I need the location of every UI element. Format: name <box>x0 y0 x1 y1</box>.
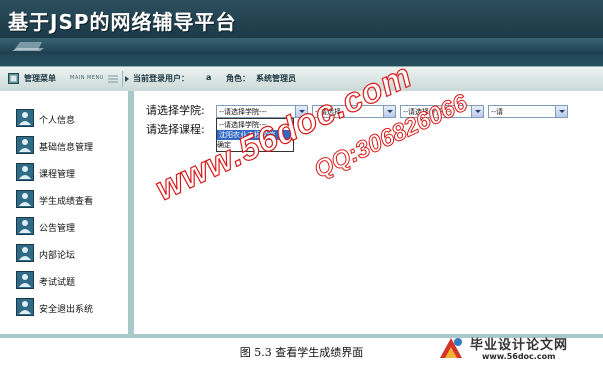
sidebar-item-logout[interactable]: 安全退出系统 <box>16 298 124 318</box>
role-value: 系统管理员 <box>256 74 296 83</box>
lines-icon <box>108 75 118 83</box>
sidebar-item-label: 公告管理 <box>39 224 76 234</box>
header-band <box>0 38 603 54</box>
status-bar: 管理菜单 MAIN MENU 当前登录用户： a 角色： 系统管理员 <box>0 66 603 92</box>
sidebar-item-forum[interactable]: 内部论坛 <box>16 244 124 264</box>
menu-icon <box>8 73 19 84</box>
college-select-value: --请选择学院--- <box>219 108 267 116</box>
sidebar-item-label: 安全退出系统 <box>39 305 94 315</box>
arrow-right-icon <box>125 76 129 82</box>
laptop-icon <box>12 42 44 51</box>
chevron-down-icon[interactable] <box>471 106 483 117</box>
sidebar-item-label: 个人信息 <box>39 116 76 126</box>
role-label: 角色： <box>226 74 250 83</box>
sidebar-item-label: 学生成绩查看 <box>39 197 94 207</box>
user-icon <box>16 217 34 235</box>
chevron-down-icon[interactable] <box>383 106 395 117</box>
current-user-label: 当前登录用户： <box>133 74 189 83</box>
user-icon <box>16 271 34 289</box>
user-icon <box>16 244 34 262</box>
sidebar-item-course[interactable]: 课程管理 <box>16 163 124 183</box>
sidebar-item-grades[interactable]: 学生成绩查看 <box>16 190 124 210</box>
status-divider <box>122 71 123 87</box>
sidebar-item-personal-info[interactable]: 个人信息 <box>16 109 124 129</box>
sidebar-item-exams[interactable]: 考试试题 <box>16 271 124 291</box>
sidebar-item-label: 内部论坛 <box>39 251 76 261</box>
college-label: 请选择学院: <box>146 104 205 117</box>
user-icon <box>16 298 34 316</box>
fourth-select-value: --请 <box>491 108 504 116</box>
logo-url: www.56doc.com <box>482 352 556 361</box>
main-menu-label: 管理菜单 <box>24 74 56 83</box>
main-menu-label-en: MAIN MENU <box>70 75 104 81</box>
chevron-down-icon[interactable] <box>555 106 567 117</box>
sidebar-item-label: 考试试题 <box>39 278 76 288</box>
sidebar-item-label: 基础信息管理 <box>39 143 94 153</box>
app-header: 基于JSP的网络辅导平台 <box>0 0 603 66</box>
screenshot: 基于JSP的网络辅导平台 管理菜单 MAIN MENU 当前登录用户： a 角色… <box>0 0 603 367</box>
course-label: 请选择课程: <box>146 123 205 136</box>
user-icon <box>16 109 34 127</box>
sidebar-item-label: 课程管理 <box>39 170 76 180</box>
current-user-value: a <box>206 73 212 82</box>
user-icon <box>16 190 34 208</box>
app-title: 基于JSP的网络辅导平台 <box>8 10 237 34</box>
sidebar-item-basic-info[interactable]: 基础信息管理 <box>16 136 124 156</box>
sidebar: 个人信息 基础信息管理 课程管理 学生成绩查看 公告管理 内部论坛 考试试题 安… <box>0 91 134 334</box>
fourth-select[interactable]: --请 <box>488 105 568 118</box>
logo-icon <box>440 338 462 358</box>
sidebar-bottom-border <box>0 334 134 338</box>
logo-text: 毕业设计论文网 <box>470 338 569 353</box>
user-icon <box>16 163 34 181</box>
main-panel: 请选择学院: 请选择课程: --请选择学院--- --请选择 --请选择专业 -… <box>134 91 603 338</box>
user-icon <box>16 136 34 154</box>
sidebar-item-notices[interactable]: 公告管理 <box>16 217 124 237</box>
